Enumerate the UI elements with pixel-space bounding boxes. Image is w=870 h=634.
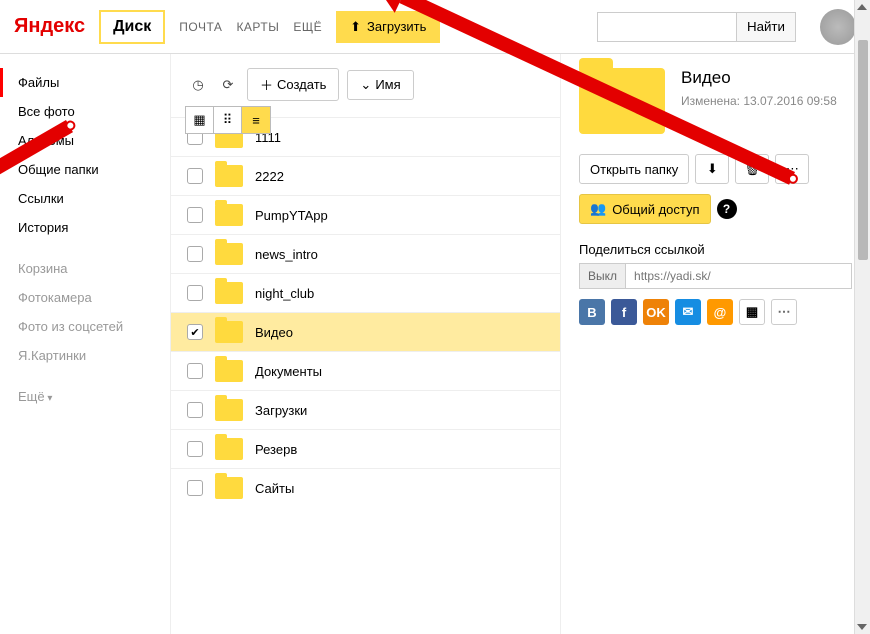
row-checkbox[interactable] [187,246,203,262]
file-list: 11112222PumpYTAppnews_intronight_clubВид… [171,117,560,507]
more-actions-button[interactable]: ⋯ [775,154,809,184]
sidebar-item-shared[interactable]: Общие папки [0,155,170,184]
file-row[interactable]: Резерв [171,429,560,468]
sidebar-item-history[interactable]: История [0,213,170,242]
file-row[interactable]: Документы [171,351,560,390]
share-qr-icon[interactable]: ▦ [739,299,765,325]
file-name: 2222 [255,169,284,184]
row-checkbox[interactable] [187,402,203,418]
folder-icon [215,321,243,343]
avatar[interactable] [820,9,856,45]
upload-button[interactable]: ⬆ Загрузить [336,11,440,43]
search-button[interactable]: Найти [737,12,796,42]
folder-icon [215,165,243,187]
main-pane: ◷ ⟳ ＋ Создать ⌄ Имя ▦ ⠿ ≡ 11112222PumpYT… [170,54,560,634]
row-checkbox[interactable] [187,168,203,184]
link-toggle[interactable]: Выкл [579,263,626,289]
row-checkbox[interactable] [187,441,203,457]
folder-icon [215,438,243,460]
view-small-icon[interactable]: ⠿ [214,107,242,133]
header: Яндекс Диск ПОЧТА КАРТЫ ЕЩЁ ⬆ Загрузить … [0,0,870,54]
folder-icon [215,282,243,304]
help-icon[interactable]: ? [717,199,737,219]
file-name: night_club [255,286,314,301]
social-row: В f OK ✉ @ ▦ ⋯ [579,299,852,325]
scrollbar[interactable] [854,0,870,634]
share-vk-icon[interactable]: В [579,299,605,325]
row-checkbox[interactable] [187,324,203,340]
sync-icon[interactable]: ⟳ [217,74,239,96]
sidebar-item-social-photos[interactable]: Фото из соцсетей [0,312,170,341]
file-row[interactable]: Загрузки [171,390,560,429]
file-name: Документы [255,364,322,379]
view-list-icon[interactable]: ≡ [242,107,270,133]
share-button[interactable]: 👥 Общий доступ [579,194,711,224]
share-link-label: Поделиться ссылкой [579,242,852,257]
sidebar-item-ya-images[interactable]: Я.Картинки [0,341,170,370]
history-icon[interactable]: ◷ [187,74,209,96]
sidebar: Файлы Все фото Альбомы Общие папки Ссылк… [0,54,170,634]
folder-icon [215,360,243,382]
row-checkbox[interactable] [187,480,203,496]
sidebar-item-trash[interactable]: Корзина [0,254,170,283]
file-row[interactable]: news_intro [171,234,560,273]
share-more-icon[interactable]: ⋯ [771,299,797,325]
folder-icon [215,399,243,421]
row-checkbox[interactable] [187,207,203,223]
details-modified: Изменена: 13.07.2016 09:58 [681,94,837,108]
service-badge[interactable]: Диск [99,10,165,44]
file-row[interactable]: PumpYTApp [171,195,560,234]
nav-mail[interactable]: ПОЧТА [179,20,222,34]
download-icon: ⬇ [707,161,718,177]
file-name: news_intro [255,247,318,262]
file-name: Сайты [255,481,294,496]
dots-icon: ⋯ [786,161,799,177]
trash-icon: 🗑 [744,161,761,177]
row-checkbox[interactable] [187,285,203,301]
nav-more[interactable]: ЕЩЁ [293,20,322,34]
file-row[interactable]: Сайты [171,468,560,507]
file-name: Видео [255,325,293,340]
search-box: Найти [597,12,796,42]
folder-icon [215,204,243,226]
folder-icon [579,68,665,134]
sidebar-item-links[interactable]: Ссылки [0,184,170,213]
file-row[interactable]: 2222 [171,156,560,195]
download-button[interactable]: ⬇ [695,154,729,184]
people-icon: 👥 [590,201,606,217]
file-row[interactable]: night_club [171,273,560,312]
delete-button[interactable]: 🗑 [735,154,769,184]
view-large-icon[interactable]: ▦ [186,107,214,133]
sort-button[interactable]: ⌄ Имя [347,70,413,100]
file-row[interactable]: Видео [171,312,560,351]
sidebar-item-camera[interactable]: Фотокамера [0,283,170,312]
search-input[interactable] [597,12,737,42]
scrollbar-thumb[interactable] [858,40,868,260]
upload-label: Загрузить [367,19,426,34]
details-title: Видео [681,68,837,88]
upload-icon: ⬆ [350,19,361,35]
open-folder-button[interactable]: Открыть папку [579,154,689,184]
file-name: PumpYTApp [255,208,328,223]
details-pane: Видео Изменена: 13.07.2016 09:58 Открыть… [560,54,870,634]
row-checkbox[interactable] [187,363,203,379]
file-name: Загрузки [255,403,307,418]
sidebar-more[interactable]: Ещё [0,382,170,411]
file-name: Резерв [255,442,297,457]
share-facebook-icon[interactable]: f [611,299,637,325]
create-button[interactable]: ＋ Создать [247,68,339,101]
folder-icon [215,477,243,499]
nav-maps[interactable]: КАРТЫ [236,20,279,34]
yandex-logo[interactable]: Яндекс [14,15,85,38]
share-ok-icon[interactable]: OK [643,299,669,325]
sidebar-item-albums[interactable]: Альбомы [0,126,170,155]
folder-icon [215,243,243,265]
sidebar-item-photos[interactable]: Все фото [0,97,170,126]
share-mail-icon[interactable]: ✉ [675,299,701,325]
share-url-input[interactable] [626,263,852,289]
view-switcher: ▦ ⠿ ≡ [185,106,271,134]
share-mailru-icon[interactable]: @ [707,299,733,325]
sidebar-item-files[interactable]: Файлы [0,68,170,97]
